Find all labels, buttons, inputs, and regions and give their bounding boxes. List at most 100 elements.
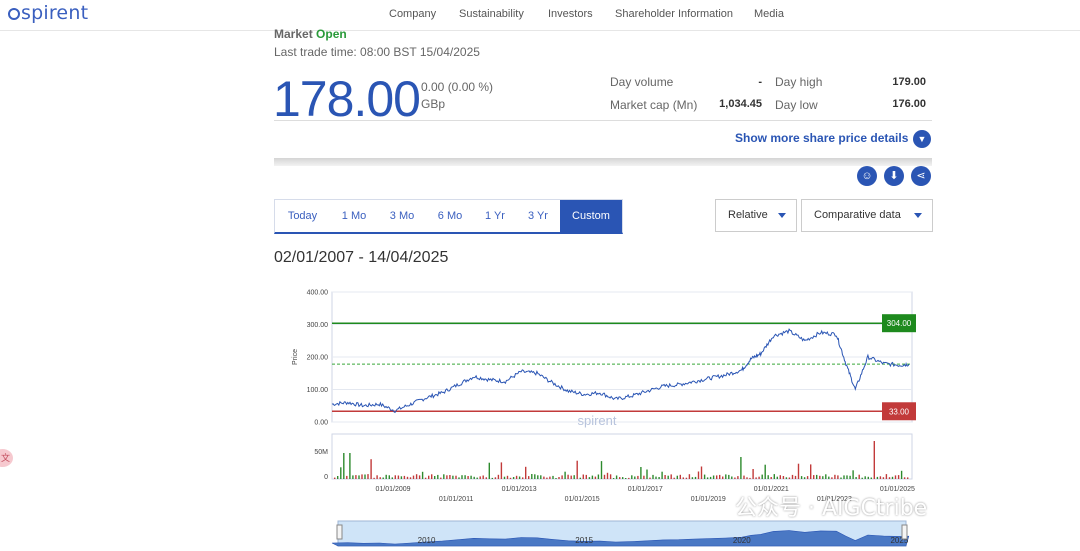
volume-bar [670,474,672,479]
volume-bar [855,477,857,479]
volume-bar [594,476,597,479]
spirent-logo[interactable]: spirent [8,2,88,24]
floating-badge-icon[interactable]: 文 [0,449,13,467]
volume-bar [649,477,651,479]
nav-shareholder-information[interactable]: Shareholder Information [615,8,733,20]
volume-bar [907,477,909,479]
volume-bar [619,477,621,479]
volume-bar [810,464,812,479]
day-high-value: 179.00 [892,76,926,88]
volume-bar [415,474,418,479]
volume-bar [534,474,536,479]
volume-bar [412,475,415,479]
volume-bar [364,474,366,479]
volume-bar [882,477,885,479]
navigator-handle-right [901,524,908,540]
day-low-value: 176.00 [892,98,926,110]
volume-bar [588,477,591,479]
volume-bar [458,477,460,479]
volume-bar [543,476,545,479]
nav-company[interactable]: Company [389,8,436,20]
volume-bar [813,475,815,479]
volume-area [331,433,913,480]
volume-bar [346,475,348,479]
volume-bar [697,471,700,479]
volume-bar [849,475,851,479]
tab-3-month[interactable]: 3 Mo [378,200,426,233]
volume-bar [500,462,503,479]
volume-bar [903,477,906,479]
volume-bar [373,477,375,479]
nav-sustainability[interactable]: Sustainability [459,8,524,20]
volume-bar [819,475,821,479]
reference-label: 33.00 [889,407,910,416]
tab-3-year[interactable]: 3 Yr [516,200,560,233]
volume-bar [840,477,842,479]
volume-bar [525,466,527,479]
relative-dropdown[interactable]: Relative [715,199,797,232]
volume-bar [646,469,648,479]
comparative-data-dropdown[interactable]: Comparative data [801,199,933,232]
volume-bar [437,474,439,479]
tab-custom[interactable]: Custom [560,200,622,233]
nav-media[interactable]: Media [754,8,784,20]
volume-bar [861,477,863,479]
logo-circle-icon [8,8,20,20]
share-icon[interactable]: ⋖ [911,166,931,186]
volume-bar [731,476,733,479]
chevron-down-icon[interactable]: ▼ [913,130,931,148]
chart-watermark-logo: spirent [577,413,616,428]
caret-down-icon [914,213,922,218]
volume-bar [873,441,875,479]
day-volume-value: - [758,76,762,88]
tab-1-year[interactable]: 1 Yr [474,200,516,233]
volume-bar [625,478,627,479]
volume-bar [340,467,342,479]
volume-tick-label: 0 [324,474,328,481]
volume-bar [403,475,406,479]
download-icon[interactable]: ⬇ [884,166,904,186]
volume-bar [576,460,578,479]
volume-bar [376,475,378,479]
volume-bar [831,477,833,479]
date-range-label: 02/01/2007 - 14/04/2025 [274,249,449,266]
volume-bar [676,475,678,479]
volume-bar [397,475,400,479]
volume-bar [379,477,381,479]
volume-bar [494,477,497,479]
accessibility-icon[interactable]: ☺ [857,166,877,186]
nav-investors[interactable]: Investors [548,8,593,20]
volume-bar [552,475,554,479]
x-tick-label: 01/01/2017 [628,486,663,493]
volume-bar [691,477,694,479]
volume-bar [800,476,803,479]
volume-bar [879,476,882,479]
volume-bar [725,474,727,479]
volume-bar [864,476,866,479]
volume-bar [452,475,454,479]
market-open-status: Open [316,27,347,41]
y-tick-label: 400.00 [307,290,329,297]
top-navigation-bar: spirent Company Sustainability Investors… [0,0,1080,31]
tab-6-month[interactable]: 6 Mo [426,200,474,233]
volume-bar [891,476,894,479]
volume-bar [782,476,785,479]
volume-bar [652,474,654,479]
volume-bar [385,474,387,479]
volume-bar [615,475,618,479]
tab-1-month[interactable]: 1 Mo [330,200,378,233]
range-tabs: Today 1 Mo 3 Mo 6 Mo 1 Yr 3 Yr Custom [274,199,623,234]
volume-bar [825,474,827,479]
reference-label: 304.00 [887,319,912,328]
volume-bar [358,475,360,479]
volume-bar [391,477,393,479]
volume-bar [776,476,778,479]
navigator-tick-label: 2010 [418,536,436,545]
volume-bar [706,477,709,479]
volume-bar [455,475,457,479]
volume-bar [606,472,609,479]
show-more-details-link[interactable]: Show more share price details [735,131,908,145]
tab-today[interactable]: Today [275,200,330,233]
market-status: Market Open [274,27,347,41]
volume-bar [803,477,806,479]
